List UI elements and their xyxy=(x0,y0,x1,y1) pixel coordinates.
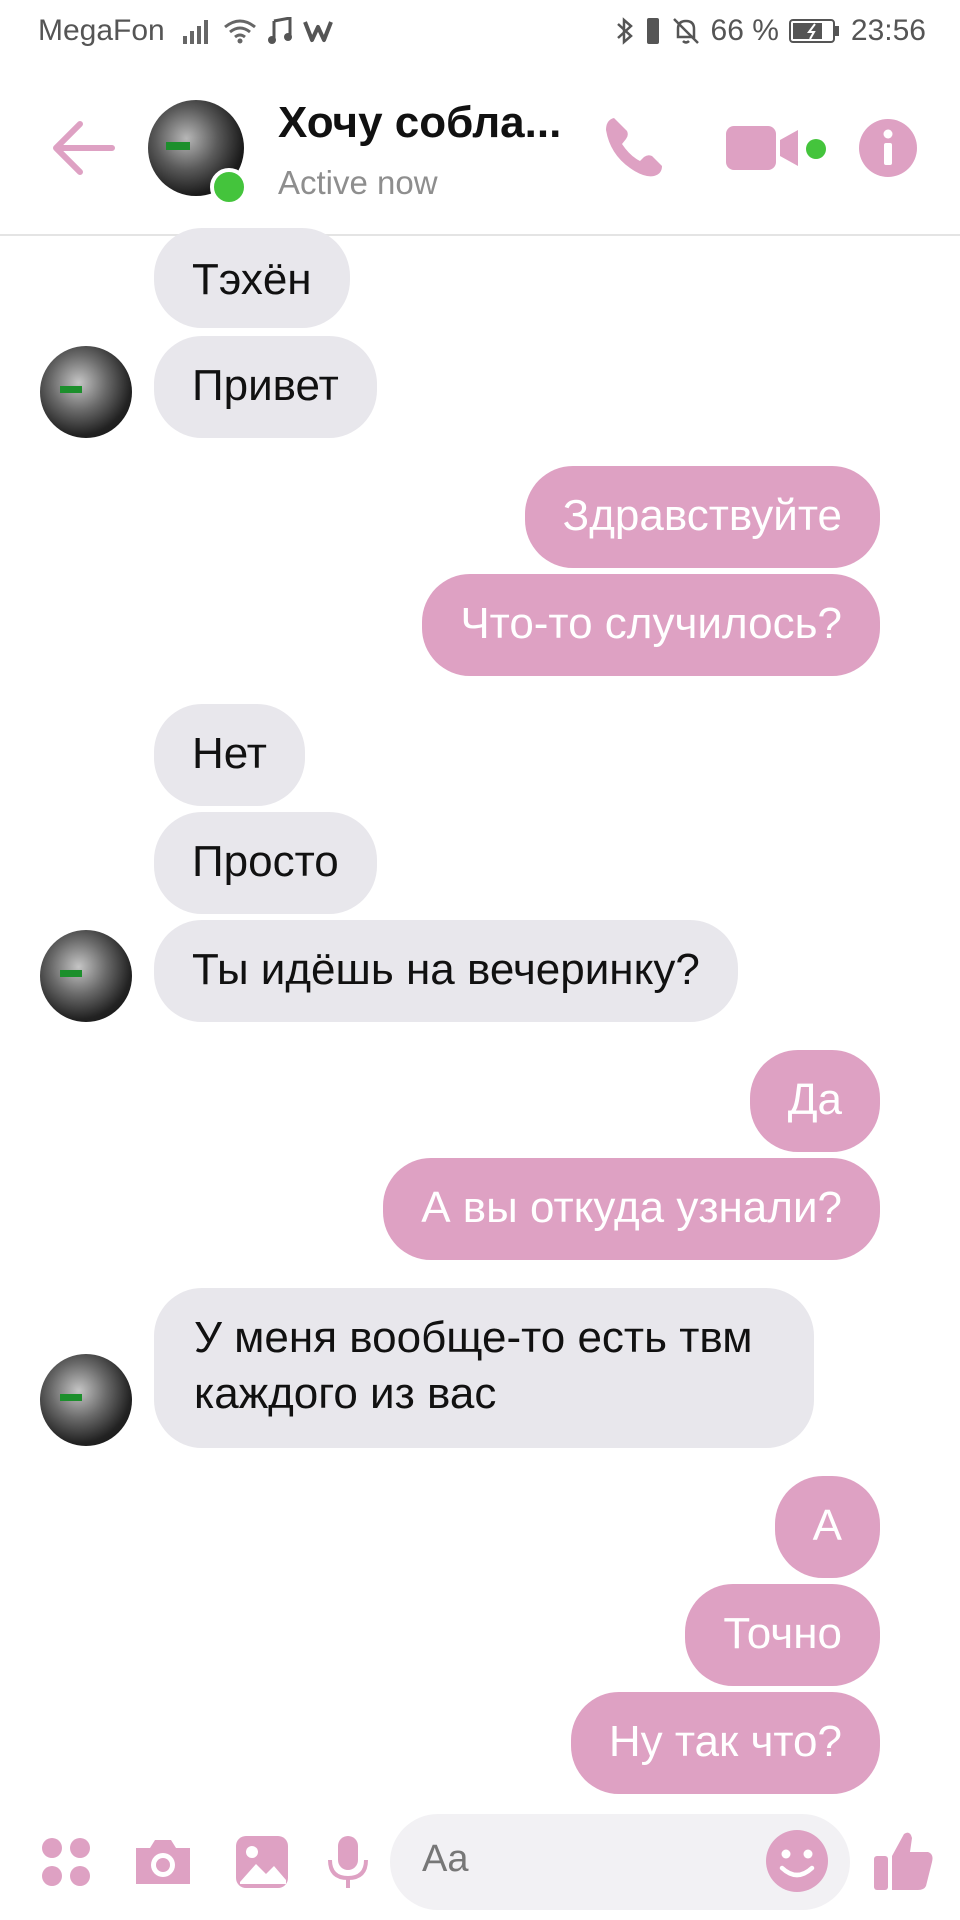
vibrate-icon xyxy=(646,18,659,44)
outgoing-message[interactable]: Что-то случилось? xyxy=(422,574,880,676)
message-input[interactable]: Aa xyxy=(390,1814,850,1910)
outgoing-message[interactable]: А вы откуда узнали? xyxy=(383,1158,880,1260)
message-composer: Aa xyxy=(0,1800,960,1920)
info-icon[interactable] xyxy=(858,118,918,178)
outgoing-message[interactable]: Да xyxy=(749,1050,880,1152)
bluetooth-icon xyxy=(616,17,633,45)
wifi-icon xyxy=(223,19,256,44)
apps-grid-icon[interactable] xyxy=(40,1836,92,1888)
signal-icon xyxy=(182,20,208,44)
microphone-icon[interactable] xyxy=(326,1834,370,1892)
message-input-placeholder: Aa xyxy=(422,1838,469,1880)
sender-avatar[interactable] xyxy=(40,346,132,438)
incoming-message[interactable]: Тэхён xyxy=(154,228,350,328)
outgoing-message[interactable]: Точно xyxy=(685,1584,880,1686)
incoming-message[interactable]: Нет xyxy=(154,704,305,806)
incoming-message[interactable]: Привет xyxy=(154,336,377,438)
video-active-dot xyxy=(806,139,826,159)
emoji-icon[interactable] xyxy=(764,1828,830,1894)
gallery-icon[interactable] xyxy=(234,1834,290,1890)
outgoing-message[interactable]: А xyxy=(774,1476,880,1578)
contact-name[interactable]: Хочу собла... xyxy=(278,98,561,148)
mute-bell-icon xyxy=(672,18,699,44)
contact-status: Active now xyxy=(278,164,438,201)
music-icon xyxy=(267,17,292,44)
camera-icon[interactable] xyxy=(132,1836,194,1888)
incoming-message[interactable]: Ты идёшь на вечеринку? xyxy=(154,920,738,1022)
thumbs-up-icon[interactable] xyxy=(872,1828,936,1894)
outgoing-message[interactable]: Ну так что? xyxy=(570,1692,880,1794)
chat-header: Хочу собла... Active now xyxy=(0,66,960,236)
carrier-label: MegaFon xyxy=(38,14,165,47)
online-indicator xyxy=(210,168,248,206)
incoming-message[interactable]: Просто xyxy=(154,812,377,914)
phone-icon[interactable] xyxy=(600,112,670,182)
sender-avatar[interactable] xyxy=(40,930,132,1022)
clock: 23:56 xyxy=(850,14,926,47)
battery-percent: 66 % xyxy=(710,14,779,47)
incoming-message[interactable]: У меня вообще-то есть твм каждого из вас xyxy=(154,1288,814,1448)
sender-avatar[interactable] xyxy=(40,1354,132,1446)
video-camera-icon[interactable] xyxy=(726,124,802,172)
w-icon xyxy=(302,21,333,42)
battery-icon xyxy=(788,19,839,43)
outgoing-message[interactable]: Здравствуйте xyxy=(524,466,880,568)
status-bar: MegaFon 66 % 23:56 xyxy=(0,0,960,66)
back-arrow-icon[interactable] xyxy=(50,118,116,178)
